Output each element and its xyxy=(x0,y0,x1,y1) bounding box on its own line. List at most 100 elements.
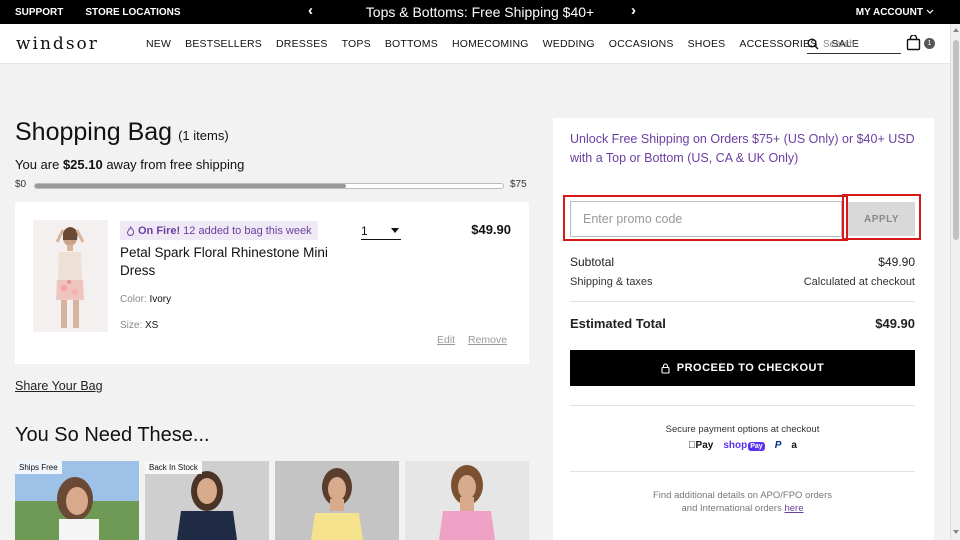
share-bag-link[interactable]: Share Your Bag xyxy=(15,379,103,393)
search-placeholder: Search xyxy=(823,38,855,50)
proceed-to-checkout-button[interactable]: PROCEED TO CHECKOUT xyxy=(570,350,915,386)
payment-methods: Pay shopPay P a xyxy=(570,440,915,451)
shop-pay-text: shop xyxy=(719,440,747,451)
product-image[interactable] xyxy=(33,220,108,332)
away-suffix: away from free shipping xyxy=(102,157,245,172)
recommendation-card[interactable]: Ships Free xyxy=(15,461,139,540)
nav-wedding[interactable]: WEDDING xyxy=(543,38,595,50)
on-fire-badge: On Fire! 12 added to bag this week xyxy=(120,221,318,240)
size-value: XS xyxy=(145,320,159,331)
product-name[interactable]: Petal Spark Floral Rhinestone Mini Dress xyxy=(120,244,330,280)
nav-occasions[interactable]: OCCASIONS xyxy=(609,38,674,50)
apo-fpo-info: Find additional details on APO/FPO order… xyxy=(570,489,915,515)
promo-message: Tops & Bottoms: Free Shipping $40+ xyxy=(365,4,595,20)
nav-bottoms[interactable]: BOTTOMS xyxy=(385,38,438,50)
remove-link[interactable]: Remove xyxy=(468,334,507,346)
apple-pay-text: Pay xyxy=(691,440,714,451)
free-shipping-progress-bar xyxy=(34,183,504,189)
amazon-pay-icon: a xyxy=(787,440,797,451)
page-scrollbar[interactable] xyxy=(950,24,960,540)
free-shipping-promo-text: Unlock Free Shipping on Orders $75+ (US … xyxy=(570,132,915,165)
divider xyxy=(570,405,915,406)
progress-min-label: $0 xyxy=(15,179,27,190)
nav-accessories[interactable]: ACCESSORIES xyxy=(739,38,817,50)
search-input[interactable]: Search xyxy=(807,35,901,54)
recommendations-heading: You So Need These... xyxy=(15,424,210,446)
recommendation-card[interactable]: Back In Stock xyxy=(145,461,269,540)
recommendation-card[interactable] xyxy=(275,461,399,540)
shop-pay-icon: shop Pay xyxy=(719,440,765,451)
promo-prev-arrow-icon[interactable]: ‹ xyxy=(308,2,313,19)
nav-homecoming[interactable]: HOMECOMING xyxy=(452,38,529,50)
progress-fill xyxy=(35,184,347,188)
apply-button-highlight-box xyxy=(842,194,921,240)
product-size: Size: XS xyxy=(120,320,158,331)
size-label: Size: xyxy=(120,320,143,331)
windsor-logo[interactable]: windsor xyxy=(16,34,99,54)
badge-text: 12 added to bag this week xyxy=(183,224,312,237)
checkout-label: PROCEED TO CHECKOUT xyxy=(676,362,825,374)
here-link[interactable]: here xyxy=(784,503,803,514)
ships-free-tag: Ships Free xyxy=(15,461,62,474)
main-nav: NEW BESTSELLERS DRESSES TOPS BOTTOMS HOM… xyxy=(146,24,873,64)
item-price: $49.90 xyxy=(471,222,511,237)
order-summary-panel: Unlock Free Shipping on Orders $75+ (US … xyxy=(553,118,934,540)
subtotal-row: Subtotal $49.90 xyxy=(570,255,915,269)
away-amount: $25.10 xyxy=(62,157,103,172)
my-account-menu[interactable]: MY ACCOUNT xyxy=(856,0,934,24)
shopping-bag-heading: Shopping Bag xyxy=(15,118,173,146)
caret-down-icon xyxy=(391,228,399,233)
paypal-icon: P xyxy=(770,440,782,451)
bag-count-badge: 1 xyxy=(924,38,935,49)
nav-new[interactable]: NEW xyxy=(146,38,171,50)
secure-payment-text: Secure payment options at checkout xyxy=(665,424,820,435)
fire-icon xyxy=(127,225,135,236)
subtotal-value: $49.90 xyxy=(878,255,915,269)
top-announcement-bar: SUPPORT STORE LOCATIONS Tops & Bottoms: … xyxy=(0,0,960,24)
divider xyxy=(570,471,915,472)
edit-link[interactable]: Edit xyxy=(437,334,455,346)
shipping-row: Shipping & taxes Calculated at checkout xyxy=(570,276,915,288)
nav-tops[interactable]: TOPS xyxy=(342,38,371,50)
estimated-total-label: Estimated Total xyxy=(570,316,666,331)
chevron-down-icon xyxy=(926,9,934,14)
estimated-total-row: Estimated Total $49.90 xyxy=(570,316,915,331)
shopping-bag-icon[interactable] xyxy=(906,35,921,51)
apple-pay-icon: Pay xyxy=(688,440,713,451)
product-color: Color: Ivory xyxy=(120,294,171,305)
badge-strong: On Fire! xyxy=(138,224,181,237)
quantity-value: 1 xyxy=(361,223,368,238)
search-icon xyxy=(807,38,819,50)
scroll-down-icon[interactable] xyxy=(953,530,959,534)
nav-dresses[interactable]: DRESSES xyxy=(276,38,328,50)
back-in-stock-tag: Back In Stock xyxy=(145,461,202,474)
scrollbar-thumb[interactable] xyxy=(953,40,959,240)
color-value: Ivory xyxy=(149,294,172,305)
shop-pay-pill: Pay xyxy=(748,442,765,451)
color-label: Color: xyxy=(120,294,147,305)
shipping-label: Shipping & taxes xyxy=(570,276,653,288)
promo-input-highlight-box xyxy=(563,195,848,241)
scroll-up-icon[interactable] xyxy=(953,28,959,32)
apo-line-1: Find additional details on APO/FPO order… xyxy=(652,490,832,501)
divider xyxy=(570,301,915,302)
bag-item-count: (1 items) xyxy=(178,128,229,143)
promo-next-arrow-icon[interactable]: › xyxy=(631,2,636,19)
lock-icon xyxy=(661,362,670,374)
page-title: Shopping Bag (1 items) xyxy=(15,118,229,147)
my-account-label: MY ACCOUNT xyxy=(855,6,923,18)
quantity-select[interactable]: 1 xyxy=(361,222,401,240)
nav-shoes[interactable]: SHOES xyxy=(688,38,726,50)
shipping-value: Calculated at checkout xyxy=(803,276,915,288)
main-header: windsor NEW BESTSELLERS DRESSES TOPS BOT… xyxy=(0,24,950,64)
apo-line-2: and International orders here xyxy=(570,502,915,515)
subtotal-label: Subtotal xyxy=(570,255,615,269)
nav-bestsellers[interactable]: BESTSELLERS xyxy=(185,38,262,50)
away-prefix: You are xyxy=(15,157,63,172)
free-shipping-message: You are $25.10 away from free shipping xyxy=(15,157,244,172)
apo-line-2-text: and International orders xyxy=(681,503,785,514)
progress-max-label: $75 xyxy=(510,179,527,190)
recommendation-card[interactable] xyxy=(405,461,529,540)
bag-item-card: On Fire! 12 added to bag this week Petal… xyxy=(15,202,529,364)
estimated-total-value: $49.90 xyxy=(875,316,915,331)
